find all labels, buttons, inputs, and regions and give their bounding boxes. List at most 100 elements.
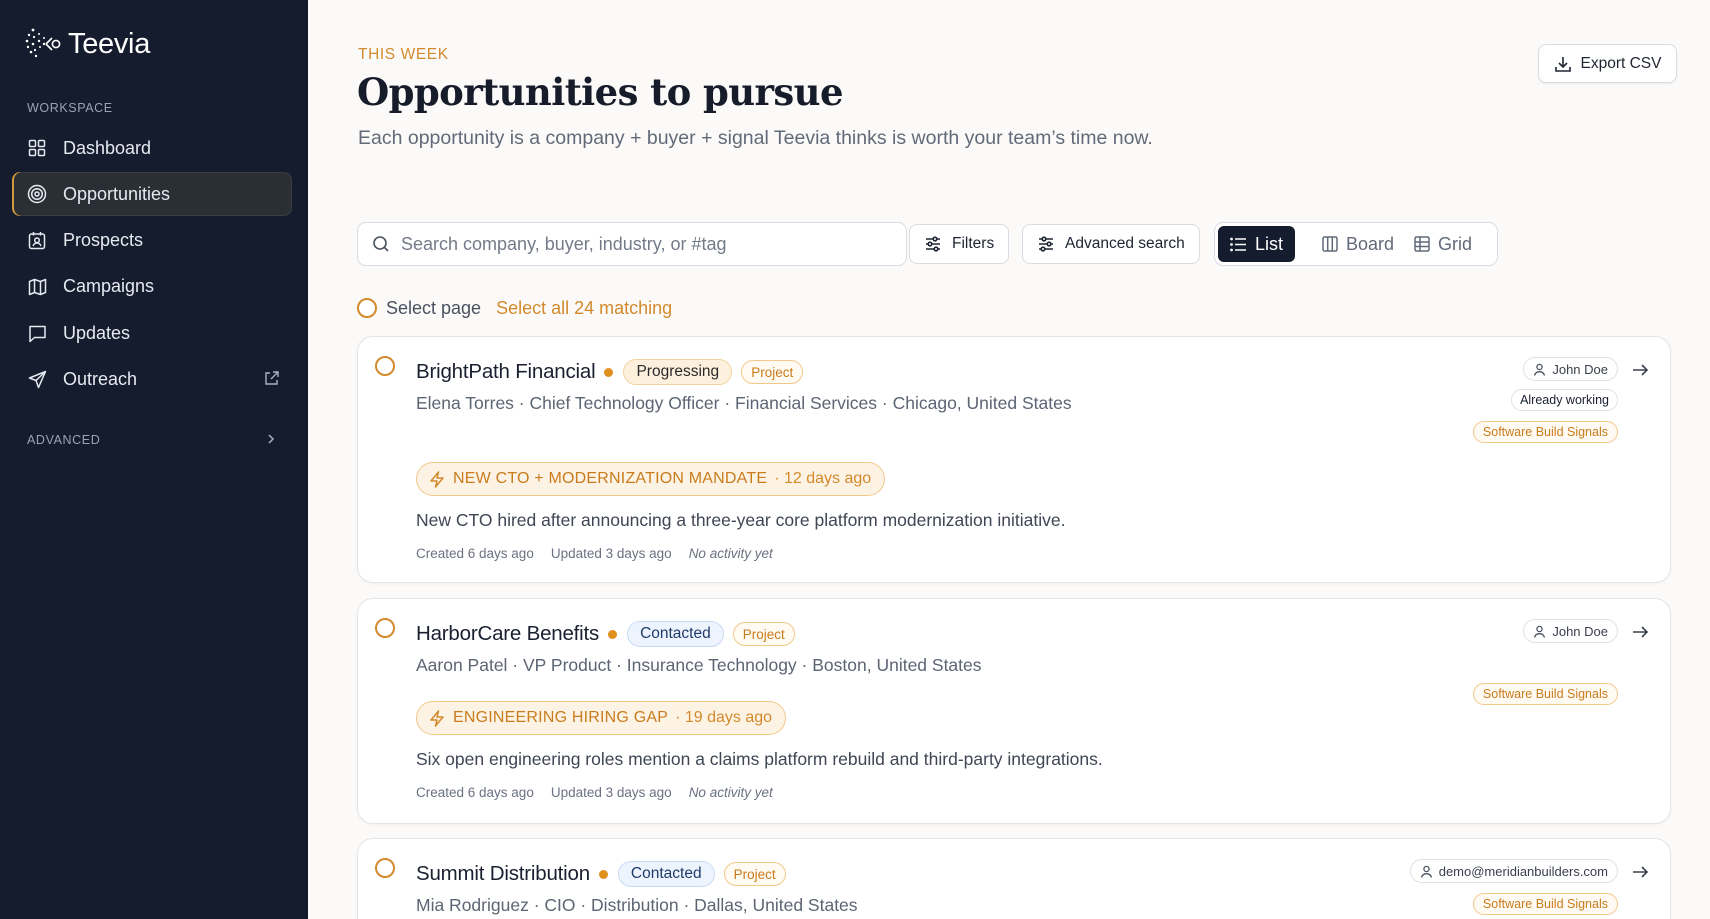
advanced-section-label[interactable]: ADVANCED xyxy=(27,433,100,447)
view-list-label: List xyxy=(1255,233,1284,254)
page-subtitle: Each opportunity is a company + buyer + … xyxy=(358,127,1153,149)
status-badge[interactable]: Contacted xyxy=(617,861,715,887)
target-icon xyxy=(27,184,47,204)
sliders-icon xyxy=(1039,236,1053,252)
owner-chip[interactable]: John Doe xyxy=(1523,619,1618,643)
chevron-right-icon[interactable] xyxy=(264,432,278,446)
buyer-meta: Elena Torres · Chief Technology Officer … xyxy=(416,393,1072,413)
selection-row: Select page Select all 24 matching xyxy=(357,296,672,320)
activity-stamp: No activity yet xyxy=(688,785,773,800)
view-list-button[interactable]: List xyxy=(1218,226,1296,262)
opportunity-card[interactable]: HarborCare Benefits Contacted Project Aa… xyxy=(357,598,1671,824)
list-icon xyxy=(1230,237,1246,251)
row-select-checkbox[interactable] xyxy=(375,858,395,878)
owner-chip[interactable]: John Doe xyxy=(1523,357,1618,381)
sidebar-item-label: Dashboard xyxy=(63,137,152,158)
external-link-icon xyxy=(265,371,279,386)
user-icon xyxy=(1534,625,1546,638)
signal-chip[interactable]: NEW CTO + MODERNIZATION MANDATE · 12 day… xyxy=(416,462,886,496)
opportunity-card[interactable]: BrightPath Financial Progressing Project… xyxy=(357,336,1671,583)
search-bar[interactable] xyxy=(357,222,907,266)
table-icon xyxy=(1414,236,1430,252)
owner-name: demo@meridianbuilders.com xyxy=(1438,863,1608,879)
card-header: HarborCare Benefits Contacted Project xyxy=(416,619,795,649)
row-select-checkbox[interactable] xyxy=(375,618,395,638)
export-label: Export CSV xyxy=(1580,54,1662,72)
owner-name: John Doe xyxy=(1552,623,1608,639)
activity-stamp: No activity yet xyxy=(688,546,773,561)
playbook-badge: Software Build Signals xyxy=(1472,893,1618,915)
sidebar-item-prospects[interactable]: Prospects xyxy=(12,219,292,263)
row-select-checkbox[interactable] xyxy=(375,356,395,376)
search-icon xyxy=(373,236,389,252)
bolt-icon xyxy=(430,470,444,488)
user-icon xyxy=(1534,363,1546,376)
sidebar-item-campaigns[interactable]: Campaigns xyxy=(12,265,292,309)
sidebar-item-outreach[interactable]: Outreach xyxy=(12,357,292,401)
export-csv-button[interactable]: Export CSV xyxy=(1538,44,1677,83)
filters-button[interactable]: Filters xyxy=(909,224,1010,264)
sidebar-item-label: Updates xyxy=(63,322,131,343)
user-icon xyxy=(1420,865,1432,878)
sidebar-nav: Dashboard Opportunities Prospects Campai… xyxy=(12,126,292,404)
status-badge[interactable]: Contacted xyxy=(627,621,724,647)
created-stamp: Created 6 days ago xyxy=(416,785,534,800)
company-name[interactable]: BrightPath Financial xyxy=(416,360,596,384)
signal-chip[interactable]: ENGINEERING HIRING GAP · 19 days ago xyxy=(416,701,787,735)
view-board-label: Board xyxy=(1346,233,1395,254)
created-stamp: Created 6 days ago xyxy=(416,546,534,561)
sidebar-item-label: Outreach xyxy=(63,368,138,389)
sidebar-item-opportunities[interactable]: Opportunities xyxy=(12,172,292,217)
timestamps: Created 6 days ago Updated 3 days ago No… xyxy=(416,785,773,800)
columns-icon xyxy=(1322,236,1338,252)
priority-dot xyxy=(598,869,608,879)
owner-name: John Doe xyxy=(1552,361,1608,377)
grid-icon xyxy=(27,138,47,158)
arrow-right-icon[interactable] xyxy=(1630,622,1650,642)
company-name[interactable]: Summit Distribution xyxy=(416,862,590,886)
signal-age: · 12 days ago xyxy=(774,470,872,487)
opportunity-card[interactable]: Summit Distribution Contacted Project Mi… xyxy=(357,838,1671,919)
sliders-icon xyxy=(926,236,940,252)
contact-card-icon xyxy=(27,231,47,251)
filters-label: Filters xyxy=(952,235,995,252)
priority-dot xyxy=(604,367,614,377)
download-icon xyxy=(1554,56,1571,72)
type-badge: Project xyxy=(732,622,795,646)
owner-chip[interactable]: demo@meridianbuilders.com xyxy=(1409,859,1618,883)
view-toggle: List Board Grid xyxy=(1214,222,1498,266)
bolt-icon xyxy=(430,709,444,727)
playbook-badge: Software Build Signals xyxy=(1472,683,1618,705)
view-grid-button[interactable]: Grid xyxy=(1402,226,1484,262)
updated-stamp: Updated 3 days ago xyxy=(550,785,672,800)
advanced-search-button[interactable]: Advanced search xyxy=(1022,224,1200,264)
sidebar-item-label: Opportunities xyxy=(63,183,171,204)
select-all-link[interactable]: Select all 24 matching xyxy=(496,298,672,319)
view-grid-label: Grid xyxy=(1438,233,1473,254)
signal-name: ENGINEERING HIRING GAP xyxy=(453,709,669,726)
brand[interactable]: Teevia xyxy=(24,24,150,64)
already-working-badge: Already working xyxy=(1511,389,1618,411)
signal-description: New CTO hired after announcing a three-y… xyxy=(416,510,1066,530)
select-page-label[interactable]: Select page xyxy=(386,298,481,319)
select-page-checkbox[interactable] xyxy=(357,298,377,318)
workspace-section-label: WORKSPACE xyxy=(27,101,113,115)
sidebar-item-dashboard[interactable]: Dashboard xyxy=(12,126,292,170)
arrow-right-icon[interactable] xyxy=(1630,360,1650,380)
view-board-button[interactable]: Board xyxy=(1310,226,1406,262)
brand-name: Teevia xyxy=(68,27,151,60)
page-title: Opportunities to pursue xyxy=(357,70,843,114)
sidebar-item-updates[interactable]: Updates xyxy=(12,311,292,355)
company-name[interactable]: HarborCare Benefits xyxy=(416,622,599,646)
playbook-badge: Software Build Signals xyxy=(1472,421,1618,443)
arrow-right-icon[interactable] xyxy=(1630,862,1650,882)
card-header: Summit Distribution Contacted Project xyxy=(416,859,786,889)
map-icon xyxy=(27,277,47,297)
type-badge: Project xyxy=(741,360,804,384)
status-badge[interactable]: Progressing xyxy=(623,359,733,385)
signal-age: · 19 days ago xyxy=(675,709,773,726)
search-input[interactable] xyxy=(401,233,881,255)
timestamps: Created 6 days ago Updated 3 days ago No… xyxy=(416,546,773,561)
signal-name: NEW CTO + MODERNIZATION MANDATE xyxy=(453,470,768,487)
updated-stamp: Updated 3 days ago xyxy=(550,546,672,561)
